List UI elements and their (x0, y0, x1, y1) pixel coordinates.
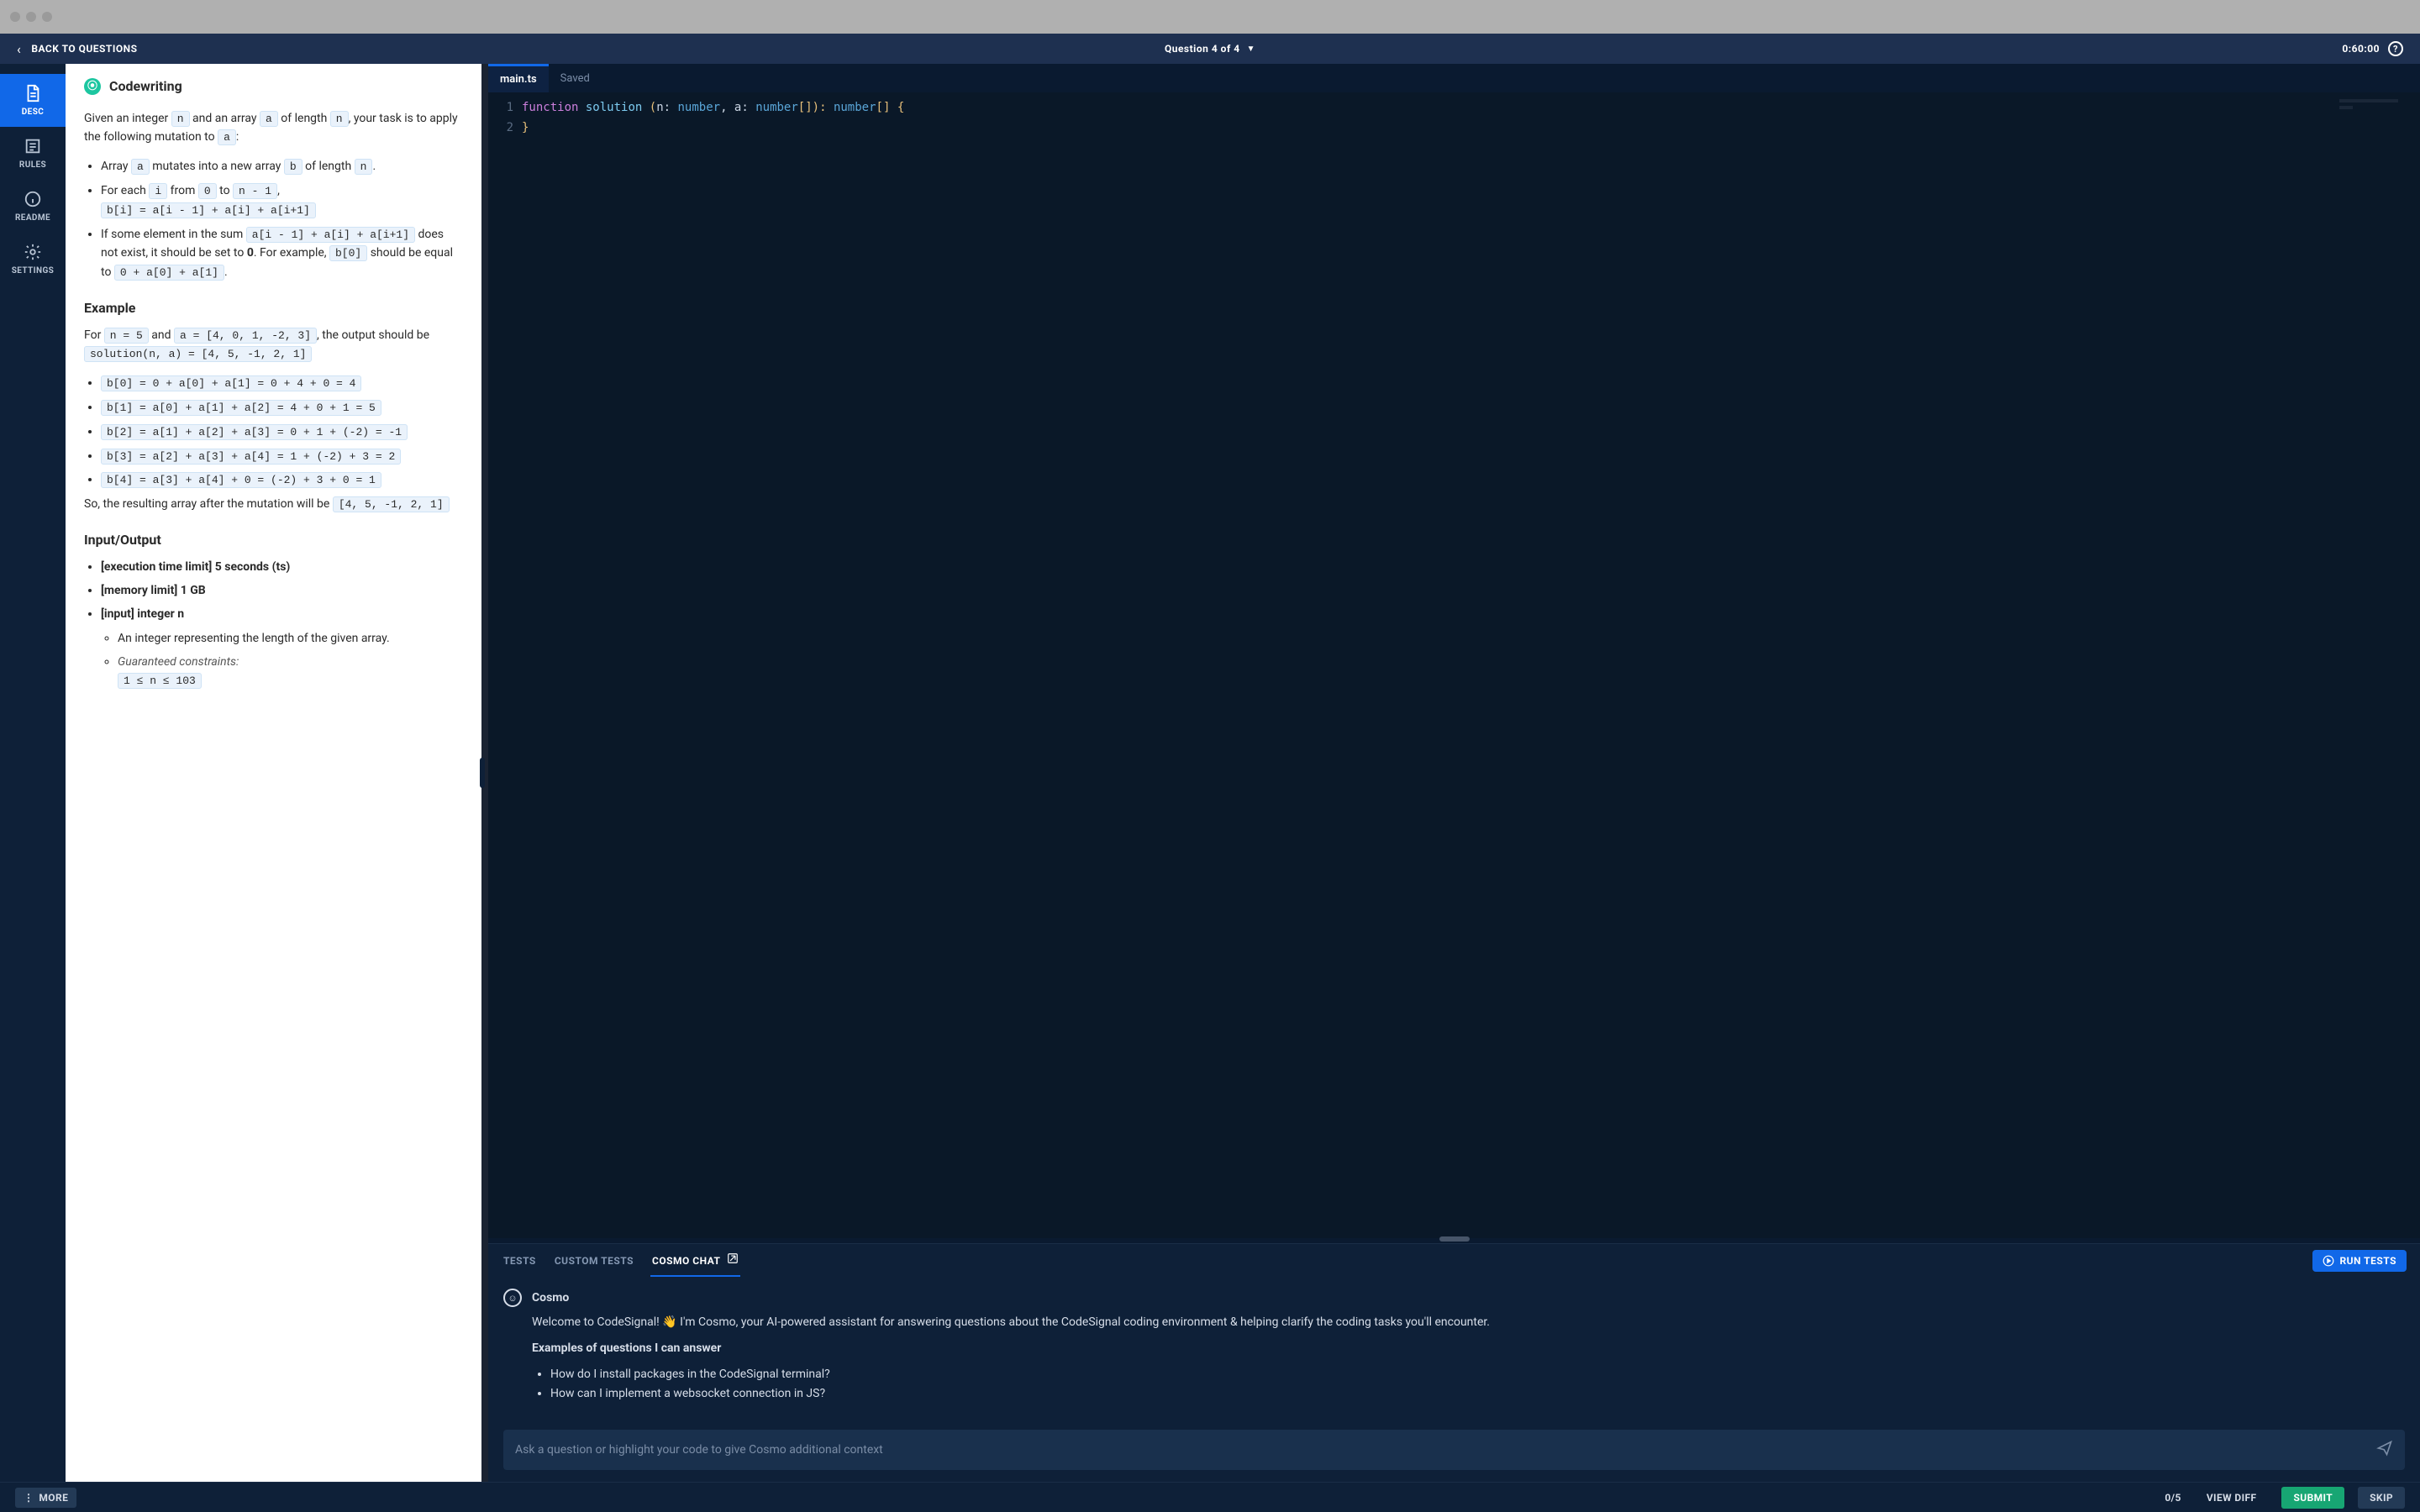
window-minimize-icon[interactable] (26, 12, 36, 22)
window-close-icon[interactable] (10, 12, 20, 22)
help-icon[interactable]: ? (2388, 41, 2403, 56)
cosmo-welcome: Welcome to CodeSignal! 👋 I'm Cosmo, your… (532, 1314, 2405, 1331)
vertical-resizer[interactable] (488, 1238, 2420, 1243)
list-item: Guaranteed constraints:1 ≤ n ≤ 103 (118, 653, 463, 690)
info-icon (24, 190, 42, 208)
cosmo-example-item: How can I implement a websocket connecti… (550, 1385, 2405, 1403)
code-editor[interactable]: 1 2 function solution (n: number, a: num… (488, 92, 2420, 1238)
list-item: [input] integer n An integer representin… (101, 605, 463, 690)
cosmo-panel: ☺ Cosmo Welcome to CodeSignal! 👋 I'm Cos… (488, 1277, 2420, 1420)
cosmo-examples-heading: Examples of questions I can answer (532, 1341, 721, 1355)
cosmo-placeholder: Ask a question or highlight your code to… (515, 1443, 883, 1457)
list-icon (24, 137, 42, 155)
description-title: Codewriting (109, 76, 182, 97)
chevron-down-icon: ▼ (1247, 45, 1255, 54)
run-tests-button[interactable]: RUN TESTS (2312, 1250, 2407, 1272)
question-selector-button[interactable]: Question 4 of 4 ▼ (1165, 43, 1255, 55)
tab-tests[interactable]: TESTS (502, 1247, 538, 1275)
code-panel: main.ts Saved 1 2 function solution (n: … (488, 64, 2420, 1482)
example-steps: b[0] = 0 + a[0] + a[1] = 0 + 4 + 0 = 4 b… (84, 374, 463, 490)
score-label: 0/5 (2165, 1492, 2181, 1504)
tab-main-ts[interactable]: main.ts (488, 64, 549, 92)
gear-icon (24, 243, 42, 261)
cosmo-example-item: How do I install packages in the CodeSig… (550, 1366, 2405, 1383)
bottombar: ⋮ MORE 0/5 VIEW DIFF SUBMIT SKIP (0, 1482, 2420, 1512)
send-icon[interactable] (2376, 1440, 2393, 1460)
example-heading: Example (84, 297, 463, 319)
sidebar-item-label: SETTINGS (12, 266, 55, 276)
question-counter: Question 4 of 4 (1165, 43, 1240, 55)
mutation-list: Array a mutates into a new array b of le… (84, 157, 463, 282)
io-list: [execution time limit] 5 seconds (ts) [m… (84, 558, 463, 691)
chevron-left-icon: ‹ (17, 41, 21, 57)
back-to-questions-button[interactable]: ‹ BACK TO QUESTIONS (17, 41, 138, 57)
cosmo-input[interactable]: Ask a question or highlight your code to… (503, 1430, 2405, 1470)
editor-save-status: Saved (549, 64, 602, 92)
more-dots-icon: ⋮ (24, 1492, 34, 1504)
sidebar-item-label: DESC (22, 108, 44, 117)
description-panel: ⦿ Codewriting Given an integer n and an … (66, 64, 481, 1482)
editor-tabs: main.ts Saved (488, 64, 2420, 92)
cosmo-avatar-icon: ☺ (503, 1289, 522, 1307)
intro-text: Given an integer n and an array a of len… (84, 109, 463, 148)
list-item: For each i from 0 to n - 1, b[i] = a[i -… (101, 181, 463, 220)
window-maximize-icon[interactable] (42, 12, 52, 22)
list-item: b[4] = a[3] + a[4] + 0 = (-2) + 3 + 0 = … (101, 470, 463, 490)
document-icon (24, 84, 42, 102)
code-content: function solution (n: number, a: number[… (522, 97, 904, 1233)
line-gutter: 1 2 (488, 97, 522, 1233)
sidebar-item-label: RULES (19, 160, 46, 170)
bottom-tabs: TESTS CUSTOM TESTS COSMO CHAT RUN TESTS (488, 1243, 2420, 1277)
list-item: If some element in the sum a[i - 1] + a[… (101, 225, 463, 282)
sidebar-item-desc[interactable]: DESC (0, 74, 66, 127)
list-item: [execution time limit] 5 seconds (ts) (101, 558, 463, 576)
list-item: An integer representing the length of th… (118, 629, 463, 648)
more-button[interactable]: ⋮ MORE (15, 1488, 76, 1508)
result-sentence: So, the resulting array after the mutati… (84, 495, 463, 514)
tab-custom-tests[interactable]: CUSTOM TESTS (553, 1247, 635, 1275)
list-item: b[1] = a[0] + a[1] + a[2] = 4 + 0 + 1 = … (101, 398, 463, 417)
sidebar-item-label: README (15, 213, 50, 223)
minimap[interactable] (2336, 97, 2420, 123)
sidebar-item-readme[interactable]: README (0, 180, 66, 233)
play-icon (2323, 1255, 2334, 1267)
timer: 0:60:00 (2342, 43, 2380, 55)
example-intro: For n = 5 and a = [4, 0, 1, -2, 3], the … (84, 326, 463, 365)
sidebar-item-settings[interactable]: SETTINGS (0, 233, 66, 286)
popout-icon[interactable] (727, 1255, 739, 1267)
sidebar-item-rules[interactable]: RULES (0, 127, 66, 180)
codewriting-badge-icon: ⦿ (84, 78, 101, 95)
tab-cosmo-chat[interactable]: COSMO CHAT (650, 1244, 740, 1278)
submit-button[interactable]: SUBMIT (2281, 1487, 2344, 1509)
io-heading: Input/Output (84, 529, 463, 551)
sidebar: DESC RULES README SETTINGS (0, 64, 66, 1482)
topbar: ‹ BACK TO QUESTIONS Question 4 of 4 ▼ 0:… (0, 34, 2420, 64)
main-area: DESC RULES README SETTINGS ⦿ Codewriting… (0, 64, 2420, 1482)
list-item: [memory limit] 1 GB (101, 581, 463, 600)
cosmo-name: Cosmo (532, 1291, 569, 1305)
list-item: b[0] = 0 + a[0] + a[1] = 0 + 4 + 0 = 4 (101, 374, 463, 393)
skip-button[interactable]: SKIP (2358, 1487, 2405, 1509)
back-label: BACK TO QUESTIONS (31, 43, 137, 55)
cosmo-input-wrap: Ask a question or highlight your code to… (488, 1430, 2420, 1482)
view-diff-button[interactable]: VIEW DIFF (2195, 1487, 2269, 1509)
list-item: b[3] = a[2] + a[3] + a[4] = 1 + (-2) + 3… (101, 447, 463, 466)
window-chrome (0, 0, 2420, 34)
panel-resizer[interactable] (481, 64, 488, 1482)
list-item: b[2] = a[1] + a[2] + a[3] = 0 + 1 + (-2)… (101, 423, 463, 442)
list-item: Array a mutates into a new array b of le… (101, 157, 463, 176)
